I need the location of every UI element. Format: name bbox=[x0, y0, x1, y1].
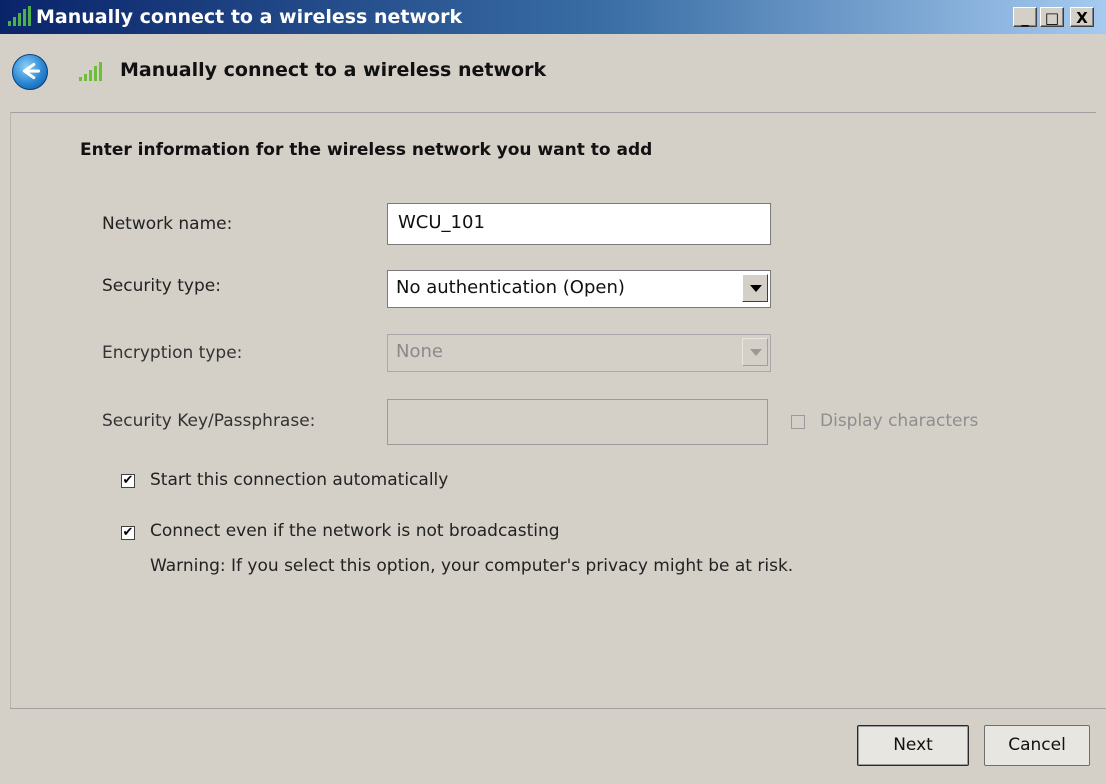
security-key-label: Security Key/Passphrase: bbox=[102, 411, 316, 431]
display-characters-checkbox[interactable] bbox=[791, 415, 805, 429]
security-type-label: Security type: bbox=[102, 276, 221, 296]
dialog-window: Manually connect to a wireless network _… bbox=[0, 0, 1106, 784]
encryption-type-value: None bbox=[396, 341, 443, 362]
connect-hidden-checkbox[interactable]: ✔ bbox=[121, 526, 135, 540]
display-characters-label: Display characters bbox=[820, 411, 979, 431]
back-button[interactable] bbox=[12, 54, 48, 90]
back-arrow-icon bbox=[22, 62, 41, 80]
encryption-type-dropdown-button[interactable] bbox=[742, 338, 768, 366]
close-button[interactable]: X bbox=[1070, 7, 1094, 27]
start-automatically-checkbox[interactable]: ✔ bbox=[121, 474, 135, 488]
cancel-button[interactable]: Cancel bbox=[984, 725, 1090, 766]
encryption-type-label: Encryption type: bbox=[102, 343, 243, 363]
title-bar[interactable]: Manually connect to a wireless network _… bbox=[0, 0, 1106, 34]
minimize-button[interactable]: _ bbox=[1013, 7, 1037, 27]
wifi-signal-icon bbox=[79, 62, 102, 81]
security-type-dropdown-button[interactable] bbox=[742, 274, 768, 302]
network-name-input[interactable]: WCU_101 bbox=[387, 203, 771, 245]
next-button[interactable]: Next bbox=[857, 725, 969, 766]
window-title: Manually connect to a wireless network bbox=[36, 6, 463, 28]
chevron-down-icon bbox=[750, 285, 762, 292]
page-title: Manually connect to a wireless network bbox=[120, 59, 547, 81]
security-key-input[interactable] bbox=[387, 399, 768, 445]
chevron-down-icon bbox=[750, 349, 762, 356]
nav-header: Manually connect to a wireless network bbox=[0, 34, 1106, 110]
encryption-type-select[interactable]: None bbox=[387, 334, 771, 372]
panel-border bbox=[10, 112, 11, 708]
privacy-warning: Warning: If you select this option, your… bbox=[150, 556, 794, 576]
maximize-button[interactable]: □ bbox=[1040, 7, 1064, 27]
network-name-label: Network name: bbox=[102, 214, 233, 234]
security-type-select[interactable]: No authentication (Open) bbox=[387, 270, 771, 308]
footer-divider bbox=[10, 708, 1106, 709]
wifi-signal-icon bbox=[8, 6, 31, 26]
start-automatically-label: Start this connection automatically bbox=[150, 470, 449, 490]
form-heading: Enter information for the wireless netwo… bbox=[80, 140, 653, 160]
security-type-value: No authentication (Open) bbox=[396, 277, 625, 298]
connect-hidden-label: Connect even if the network is not broad… bbox=[150, 521, 560, 541]
